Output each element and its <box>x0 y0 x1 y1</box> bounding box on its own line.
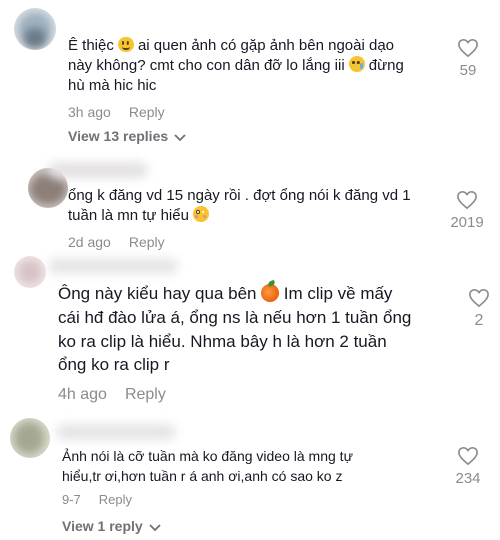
comment-2: ổng k đăng vd 15 ngày rồi . đợt ổng nói … <box>0 150 500 250</box>
timestamp: 9-7 <box>62 492 81 507</box>
timestamp: 2d ago <box>68 234 111 250</box>
avatar[interactable] <box>14 256 46 288</box>
comment-text: Ê thiệc ai quen ảnh có gặp ảnh bên ngoài… <box>68 36 404 94</box>
chevron-down-icon <box>174 129 186 145</box>
comment-4: Ảnh nói là cỡ tuần mà ko đăng video là m… <box>0 410 500 540</box>
username[interactable] <box>48 258 178 274</box>
comment-3: Ông này kiểu hay qua bên Im clip về mấy … <box>0 250 500 410</box>
like-button[interactable]: 59 <box>448 38 488 79</box>
view-replies-button[interactable]: View 1 reply <box>62 518 161 535</box>
heart-icon <box>446 446 490 466</box>
chevron-down-icon <box>149 519 161 535</box>
like-count: 59 <box>459 62 477 79</box>
heart-icon <box>448 38 488 58</box>
like-count: 2 <box>474 312 484 329</box>
timestamp: 3h ago <box>68 104 111 120</box>
username[interactable] <box>56 424 176 440</box>
timestamp: 4h ago <box>58 386 107 403</box>
flushed-face-icon <box>193 206 209 223</box>
like-count: 2019 <box>450 214 484 231</box>
comment-text: Ông này kiểu hay qua bên Im clip về mấy … <box>58 283 412 375</box>
comment-meta: 3h ago Reply <box>68 104 165 120</box>
crying-face-icon <box>348 56 365 73</box>
avatar[interactable] <box>14 8 56 50</box>
comment-meta: 4h ago Reply <box>58 386 166 404</box>
comment-1: Ê thiệc ai quen ảnh có gặp ảnh bên ngoài… <box>0 0 500 150</box>
comment-text: Ảnh nói là cỡ tuần mà ko đăng video là m… <box>62 448 353 485</box>
view-replies-button[interactable]: View 13 replies <box>68 128 186 145</box>
avatar[interactable] <box>10 418 50 458</box>
comment-meta: 2d ago Reply <box>68 234 165 250</box>
reply-button[interactable]: Reply <box>125 386 166 403</box>
comment-text: ổng k đăng vd 15 ngày rồi . đợt ổng nói … <box>68 187 411 224</box>
reply-button[interactable]: Reply <box>99 492 132 507</box>
heart-icon <box>444 190 490 210</box>
like-button[interactable]: 2 <box>462 288 496 330</box>
like-button[interactable]: 2019 <box>444 190 490 231</box>
comment-meta: 9-7 Reply <box>62 492 132 507</box>
reply-button[interactable]: Reply <box>129 104 165 120</box>
slightly-smiling-face-icon <box>118 36 134 53</box>
like-count: 234 <box>455 470 481 487</box>
username[interactable] <box>48 162 148 178</box>
peach-icon <box>261 283 280 302</box>
heart-icon <box>462 288 496 308</box>
like-button[interactable]: 234 <box>446 446 490 487</box>
reply-button[interactable]: Reply <box>129 234 165 250</box>
